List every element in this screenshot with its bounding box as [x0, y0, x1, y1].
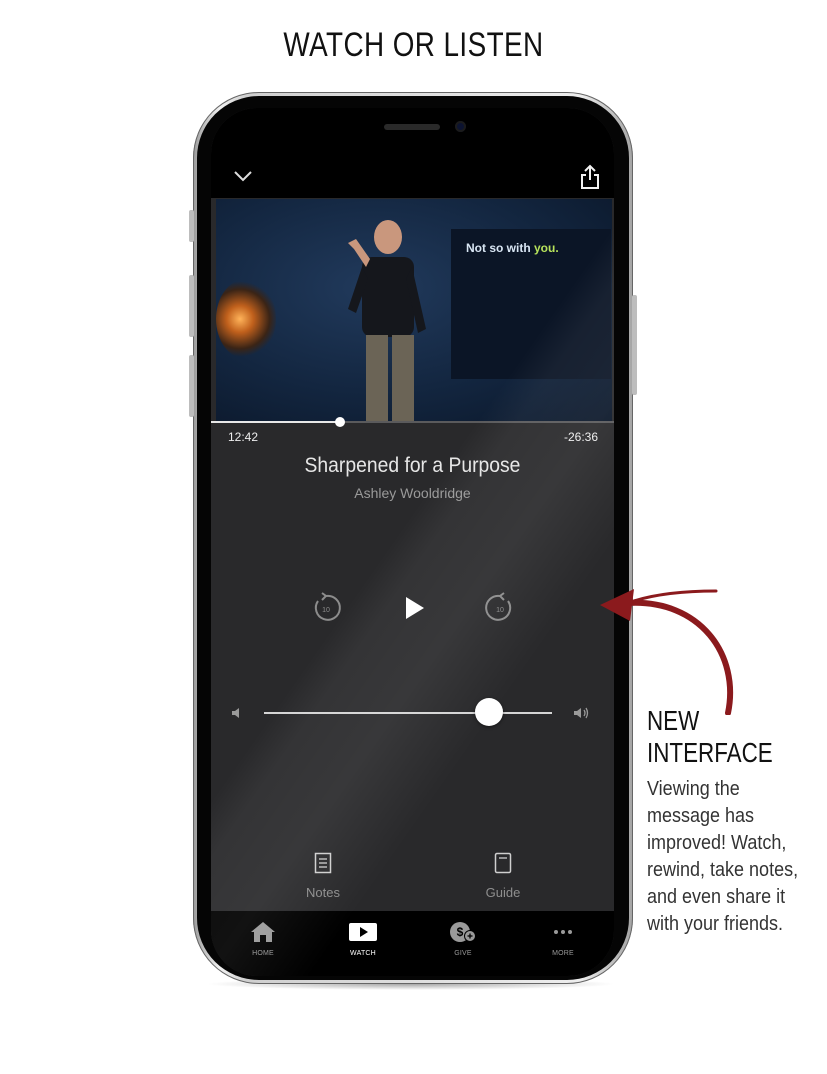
- give-icon: $: [450, 922, 476, 942]
- tab-more-label: MORE: [552, 950, 574, 957]
- silent-switch: [189, 210, 194, 242]
- guide-button[interactable]: Guide: [463, 852, 543, 902]
- progress-scrubber[interactable]: [334, 417, 345, 427]
- notes-label: Notes: [306, 885, 340, 900]
- svg-text:$: $: [457, 925, 464, 939]
- tab-more[interactable]: MORE: [533, 921, 593, 957]
- volume-knob[interactable]: [474, 698, 503, 726]
- time-remaining: -26:36: [563, 430, 598, 444]
- tab-watch-label: WATCH: [350, 950, 376, 957]
- volume-high-icon: [574, 707, 589, 719]
- volume-up-button: [189, 275, 194, 337]
- stage-light: [216, 279, 276, 359]
- svg-text:10: 10: [322, 607, 330, 614]
- speaker-figure: [348, 220, 426, 421]
- more-icon: [554, 930, 572, 934]
- svg-text:10: 10: [496, 607, 504, 614]
- tab-watch[interactable]: WATCH: [333, 921, 393, 957]
- tab-bar: HOME WATCH $ GIVE MORE: [211, 911, 614, 976]
- tab-give-label: GIVE: [454, 950, 472, 957]
- volume-slider[interactable]: [264, 712, 552, 714]
- front-camera: [455, 121, 466, 132]
- notes-button[interactable]: Notes: [283, 852, 363, 902]
- guide-icon: [494, 852, 512, 874]
- page-heading: WATCH OR LISTEN: [283, 26, 544, 64]
- time-elapsed: 12:42: [228, 430, 259, 444]
- tab-home[interactable]: HOME: [233, 921, 293, 957]
- callout-title: NEW INTERFACE: [647, 705, 773, 768]
- watch-icon: [349, 923, 377, 941]
- volume-down-button: [189, 355, 194, 417]
- tab-give[interactable]: $ GIVE: [433, 921, 493, 957]
- progress-fill: [211, 421, 340, 423]
- share-icon[interactable]: [578, 164, 602, 190]
- app-screen: Not so with you. 12:42 -26:36 Sharpened …: [211, 108, 614, 976]
- notes-icon: [314, 852, 332, 874]
- home-icon: [251, 922, 275, 942]
- video-caption: Not so with you.: [466, 241, 559, 255]
- guide-label: Guide: [485, 885, 521, 900]
- callout-body: Viewing the message has improved! Watch,…: [647, 778, 799, 935]
- earpiece: [384, 124, 440, 130]
- message-speaker: Ashley Wooldridge: [354, 485, 471, 501]
- message-title: Sharpened for a Purpose: [304, 454, 521, 477]
- tab-home-label: HOME: [252, 950, 274, 957]
- player-header: [211, 108, 614, 198]
- rewind-10-button[interactable]: 10: [309, 591, 343, 625]
- chevron-down-icon[interactable]: [231, 166, 255, 186]
- forward-10-button[interactable]: 10: [483, 591, 517, 625]
- callout-arrow-icon: [600, 589, 734, 715]
- play-button[interactable]: [401, 594, 427, 622]
- power-button: [632, 295, 637, 395]
- video-player[interactable]: Not so with you.: [216, 199, 612, 421]
- volume-low-icon: [232, 708, 239, 718]
